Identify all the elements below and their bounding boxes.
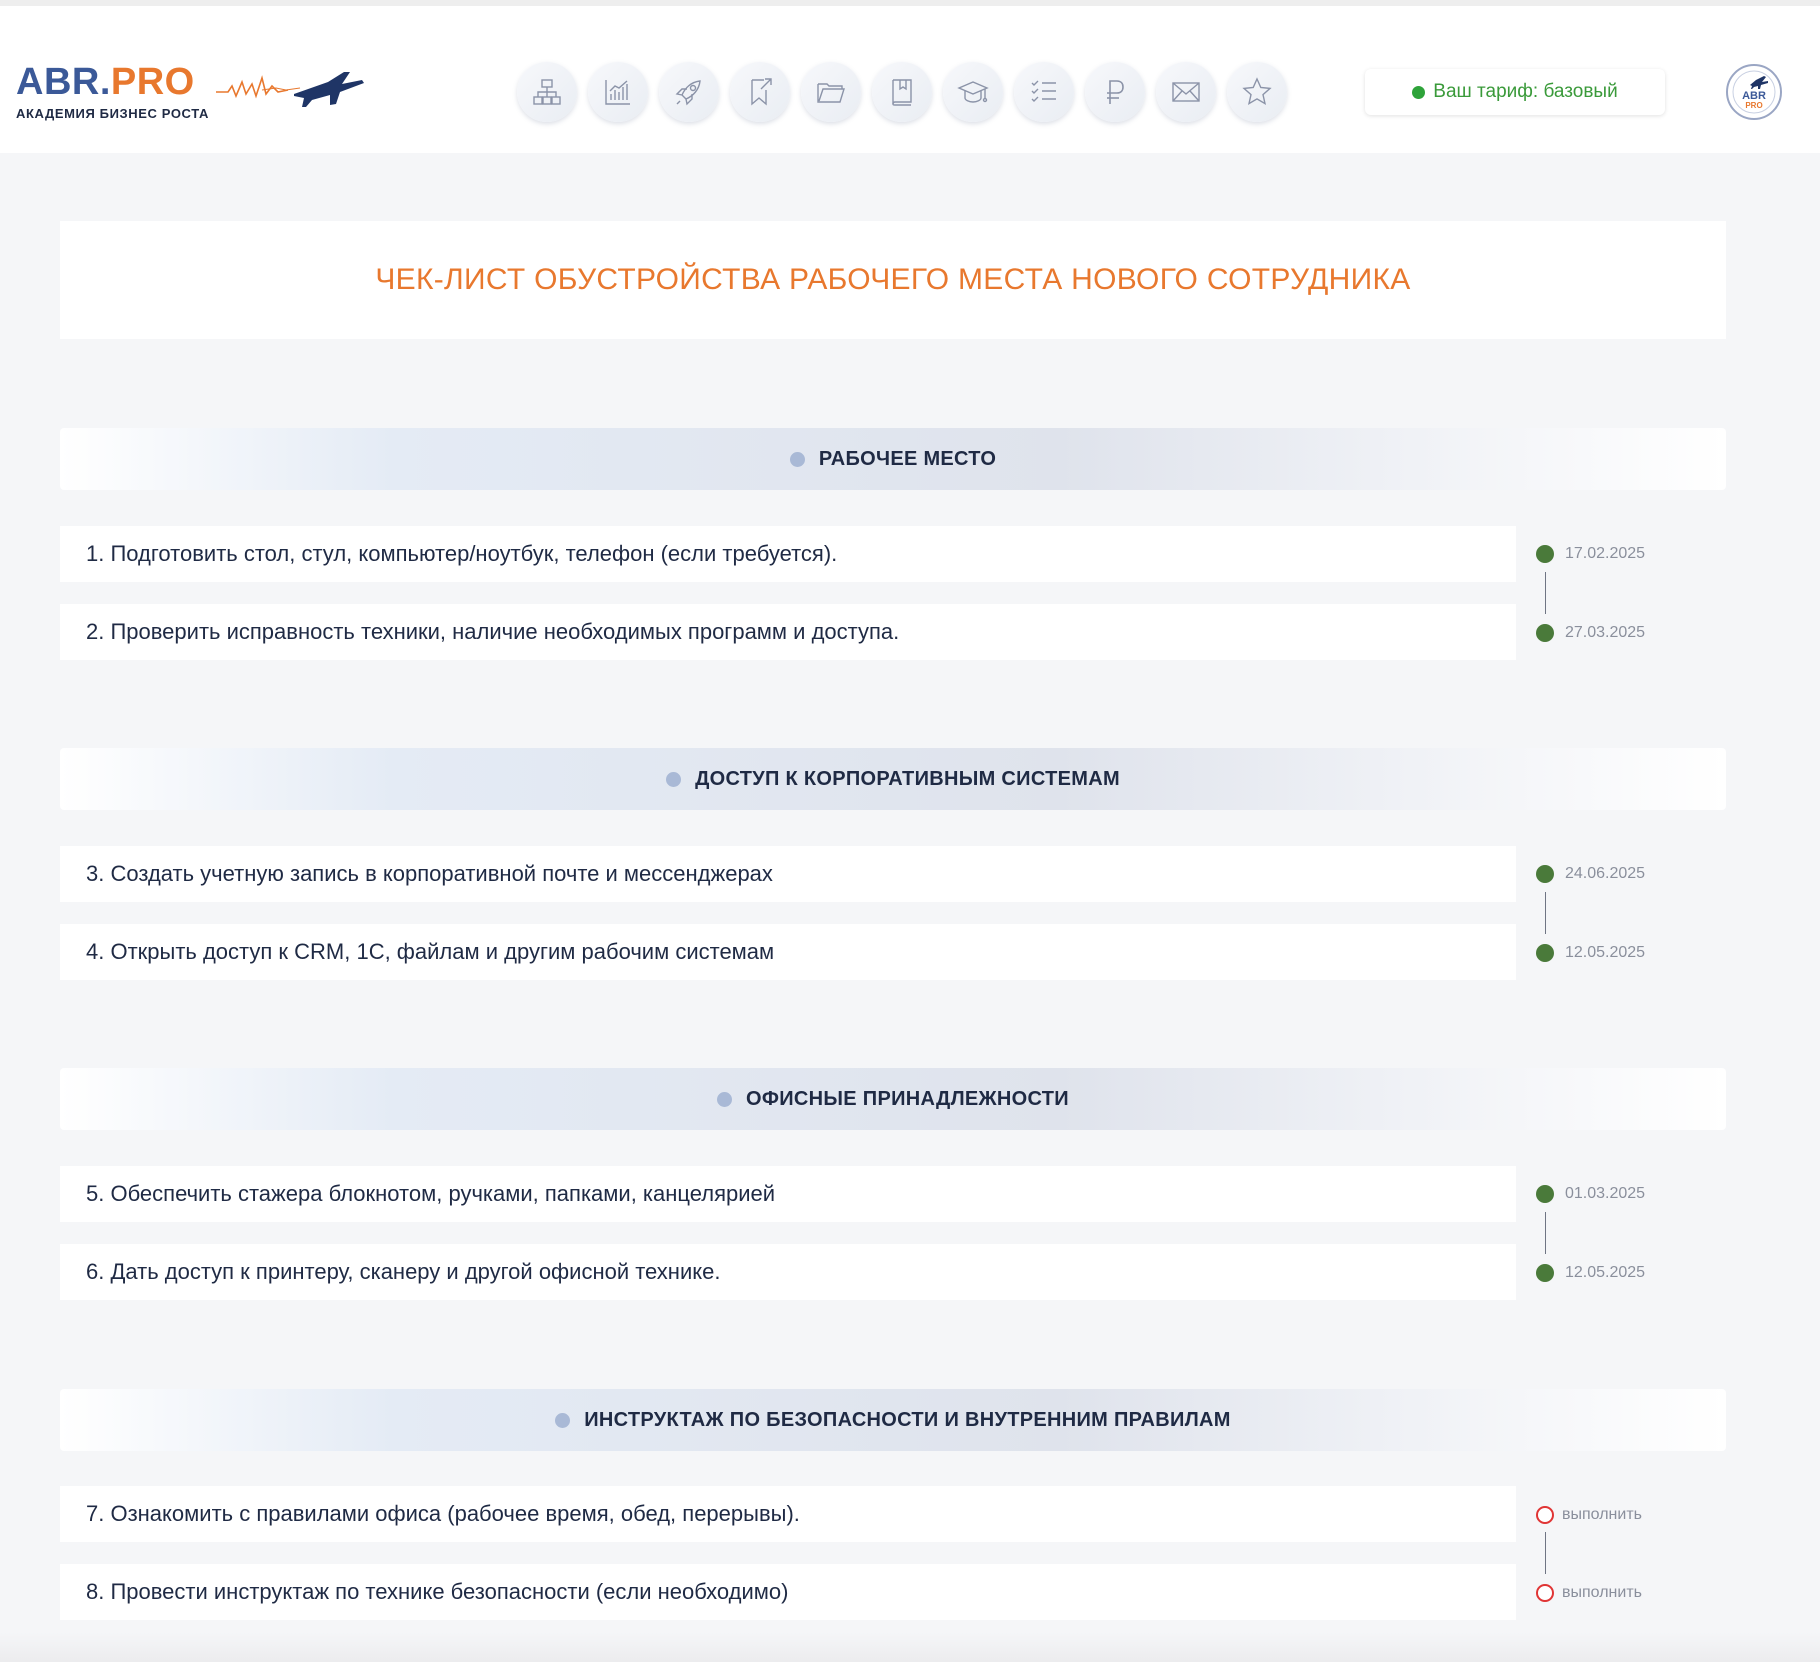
complete-action-label: выполнить	[1562, 1506, 1642, 1523]
bottom-fade	[0, 1632, 1820, 1662]
item-status-3[interactable]: 24.06.2025	[1536, 864, 1645, 884]
section-header: РАБОЧЕЕ МЕСТО	[60, 428, 1726, 490]
rocket-icon	[675, 80, 701, 106]
section-title: ДОСТУП К КОРПОРАТИВНЫМ СИСТЕМАМ	[695, 767, 1120, 790]
org-structure-icon	[533, 79, 561, 105]
section-bullet	[555, 1412, 571, 1428]
folder-icon	[817, 83, 845, 103]
logo-plane-icon	[216, 72, 364, 107]
bookmark-arrow-icon	[751, 78, 772, 106]
section-corporate-access: ДОСТУП К КОРПОРАТИВНЫМ СИСТЕМАМ 3. Созда…	[60, 748, 1726, 984]
checklist-item-5[interactable]: 5. Обеспечить стажера блокнотом, ручками…	[60, 1166, 1516, 1222]
done-status-icon	[1536, 545, 1554, 563]
completion-date: 27.03.2025	[1565, 624, 1646, 641]
checklist-item-7[interactable]: 7. Ознакомить с правилами офиса (рабочее…	[60, 1486, 1516, 1542]
section-office-supplies: ОФИСНЫЕ ПРИНАДЛЕЖНОСТИ 5. Обеспечить ста…	[60, 1068, 1726, 1304]
analytics-chart-icon	[605, 80, 630, 105]
pending-status-icon	[1536, 1584, 1554, 1602]
completion-date: 12.05.2025	[1565, 1264, 1646, 1281]
book-icon	[892, 79, 912, 106]
item-status-6[interactable]: 12.05.2025	[1536, 1263, 1645, 1283]
section-title: ИНСТРУКТАЖ ПО БЕЗОПАСНОСТИ И ВНУТРЕННИМ …	[584, 1408, 1231, 1431]
completion-date: 01.03.2025	[1565, 1185, 1646, 1202]
user-avatar[interactable]: ABR PRO	[1726, 64, 1782, 120]
section-header: ДОСТУП К КОРПОРАТИВНЫМ СИСТЕМАМ	[60, 748, 1726, 810]
checklist-item-1[interactable]: 1. Подготовить стол, стул, компьютер/ноу…	[60, 526, 1516, 582]
checklist-item-3[interactable]: 3. Создать учетную запись в корпоративно…	[60, 846, 1516, 902]
avatar-pro: PRO	[1745, 101, 1762, 110]
completion-date: 17.02.2025	[1565, 545, 1646, 562]
nav-payments[interactable]	[1085, 62, 1145, 122]
tariff-badge[interactable]: Ваш тариф: базовый	[1365, 69, 1665, 115]
section-title: ОФИСНЫЕ ПРИНАДЛЕЖНОСТИ	[746, 1087, 1069, 1110]
nav-favorites[interactable]	[1227, 62, 1287, 122]
item-status-7[interactable]: выполнить	[1536, 1505, 1642, 1525]
done-status-icon	[1536, 944, 1554, 962]
completion-date: 24.06.2025	[1565, 865, 1646, 882]
nav-analytics[interactable]	[588, 62, 648, 122]
main-nav	[517, 62, 1287, 122]
nav-courses[interactable]	[943, 62, 1003, 122]
avatar-logo-icon: ABR PRO	[1732, 70, 1776, 114]
nav-bookmarks[interactable]	[730, 62, 790, 122]
item-status-5[interactable]: 01.03.2025	[1536, 1184, 1645, 1204]
item-status-8[interactable]: выполнить	[1536, 1583, 1642, 1603]
tariff-status-dot	[1412, 85, 1426, 99]
checklist-item-6[interactable]: 6. Дать доступ к принтеру, сканеру и дру…	[60, 1244, 1516, 1300]
status-connector	[1545, 1532, 1546, 1574]
section-bullet	[666, 771, 682, 787]
item-status-4[interactable]: 12.05.2025	[1536, 943, 1645, 963]
section-bullet	[789, 451, 805, 467]
logo-pro: PRO	[110, 61, 195, 103]
checklist-item-2[interactable]: 2. Проверить исправность техники, наличи…	[60, 604, 1516, 660]
complete-action-label: выполнить	[1562, 1584, 1642, 1601]
checklist-icon	[1031, 80, 1056, 102]
status-connector	[1545, 892, 1546, 934]
item-status-1[interactable]: 17.02.2025	[1536, 544, 1645, 564]
logo[interactable]: ABR.PRO АКАДЕМИЯ БИЗНЕС РОСТА	[16, 61, 364, 132]
logo-dot: .	[99, 61, 111, 103]
logo-abr: ABR	[16, 61, 100, 103]
checklist-item-4[interactable]: 4. Открыть доступ к CRM, 1С, файлам и др…	[60, 924, 1516, 980]
mail-icon	[1172, 82, 1200, 102]
done-status-icon	[1536, 1185, 1554, 1203]
top-header: ABR.PRO АКАДЕМИЯ БИЗНЕС РОСТА Ваш тариф:…	[0, 0, 1820, 153]
page-title: ЧЕК-ЛИСТ ОБУСТРОЙСТВА РАБОЧЕГО МЕСТА НОВ…	[375, 263, 1411, 296]
star-icon	[1242, 77, 1272, 106]
section-title: РАБОЧЕЕ МЕСТО	[818, 447, 997, 470]
tariff-label: Ваш тариф: базовый	[1433, 81, 1618, 102]
nav-org-structure[interactable]	[517, 62, 577, 122]
section-header: ОФИСНЫЕ ПРИНАДЛЕЖНОСТИ	[60, 1068, 1726, 1130]
pending-status-icon	[1536, 1506, 1554, 1524]
nav-checklists[interactable]	[1014, 62, 1074, 122]
done-status-icon	[1536, 1264, 1554, 1282]
status-connector	[1545, 572, 1546, 614]
section-header: ИНСТРУКТАЖ ПО БЕЗОПАСНОСТИ И ВНУТРЕННИМ …	[60, 1389, 1726, 1451]
page-title-card: ЧЕК-ЛИСТ ОБУСТРОЙСТВА РАБОЧЕГО МЕСТА НОВ…	[60, 221, 1726, 339]
completion-date: 12.05.2025	[1565, 944, 1646, 961]
ruble-icon	[1107, 80, 1124, 104]
section-workplace: РАБОЧЕЕ МЕСТО 1. Подготовить стол, стул,…	[60, 428, 1726, 664]
section-safety-briefing: ИНСТРУКТАЖ ПО БЕЗОПАСНОСТИ И ВНУТРЕННИМ …	[60, 1389, 1726, 1625]
nav-messages[interactable]	[1156, 62, 1216, 122]
section-bullet	[717, 1091, 733, 1107]
status-connector	[1545, 1212, 1546, 1254]
nav-library[interactable]	[872, 62, 932, 122]
checklist-item-8[interactable]: 8. Провести инструктаж по технике безопа…	[60, 1564, 1516, 1620]
graduation-cap-icon	[957, 81, 989, 103]
done-status-icon	[1536, 624, 1554, 642]
item-status-2[interactable]: 27.03.2025	[1536, 623, 1645, 643]
nav-launch[interactable]	[659, 62, 719, 122]
nav-documents[interactable]	[801, 62, 861, 122]
done-status-icon	[1536, 865, 1554, 883]
